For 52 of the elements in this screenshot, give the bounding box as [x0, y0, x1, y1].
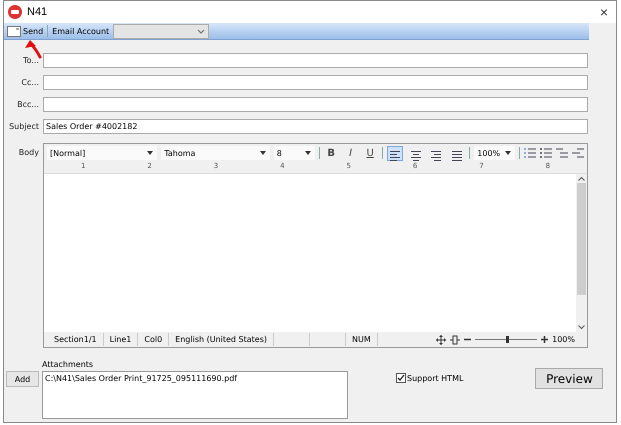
zoom-reading: 100%: [552, 335, 575, 344]
numbered-list-icon[interactable]: [524, 148, 536, 158]
italic-button[interactable]: I: [342, 146, 358, 160]
outdent-icon[interactable]: [572, 148, 584, 158]
indent-icon[interactable]: [556, 148, 568, 158]
close-button[interactable]: ×: [596, 4, 612, 20]
window-title: N41: [27, 6, 48, 18]
caret-icon: [258, 149, 267, 157]
text-field[interactable]: [43, 75, 588, 90]
vertical-scrollbar[interactable]: [576, 174, 587, 332]
field-label: To...: [22, 56, 39, 65]
move-icon: [436, 334, 446, 344]
field-label: Body: [18, 147, 39, 157]
chevron-down-icon: [197, 28, 206, 34]
chevron-down-icon: [578, 325, 585, 330]
font-size-dropdown[interactable]: 8: [274, 146, 314, 160]
checkbox[interactable]: [396, 373, 406, 383]
text-field[interactable]: [43, 53, 588, 68]
caret-icon: [146, 149, 154, 157]
plus-icon: [541, 336, 548, 343]
style-dropdown[interactable]: [Normal]: [47, 146, 158, 160]
minus-icon: [464, 336, 472, 343]
underline-button[interactable]: U: [362, 146, 378, 160]
status-text: NUM: [346, 333, 378, 346]
status-text: Col0: [138, 333, 170, 346]
chevron-up-icon: [578, 176, 585, 181]
app-logo-icon: [8, 5, 22, 19]
attachments-label: Attachments: [42, 360, 94, 369]
preview-button[interactable]: Preview: [535, 368, 604, 389]
status-text: Line1: [104, 333, 138, 346]
send-button[interactable]: Send: [7, 26, 44, 36]
page-width-icon: [450, 334, 460, 344]
text-field[interactable]: [43, 97, 588, 112]
checkbox-label: Support HTML: [407, 374, 464, 382]
field-label: Bcc...: [16, 100, 39, 109]
bold-button[interactable]: B: [323, 146, 339, 160]
zoom-dropdown[interactable]: 100%: [474, 146, 516, 160]
field-label: Cc...: [20, 78, 39, 87]
slider-thumb[interactable]: [506, 336, 510, 343]
align-left-button[interactable]: [386, 146, 404, 160]
status-text: Section1/1: [48, 333, 104, 346]
bullet-list-icon[interactable]: [540, 148, 552, 158]
envelope-icon: [7, 26, 21, 36]
status-text: English (United States): [169, 333, 274, 346]
field-label: Subject: [8, 122, 39, 131]
caret-icon: [504, 149, 512, 157]
font-dropdown[interactable]: Tahoma: [161, 146, 270, 160]
text-field[interactable]: Sales Order #4002182: [43, 119, 588, 134]
caret-icon: [304, 149, 312, 157]
email-account-label: Email Account: [52, 26, 110, 36]
attachment-item[interactable]: C:\N41\Sales Order Print_91725_095111690.pdf: [45, 374, 345, 383]
add-button[interactable]: Add: [6, 371, 39, 387]
